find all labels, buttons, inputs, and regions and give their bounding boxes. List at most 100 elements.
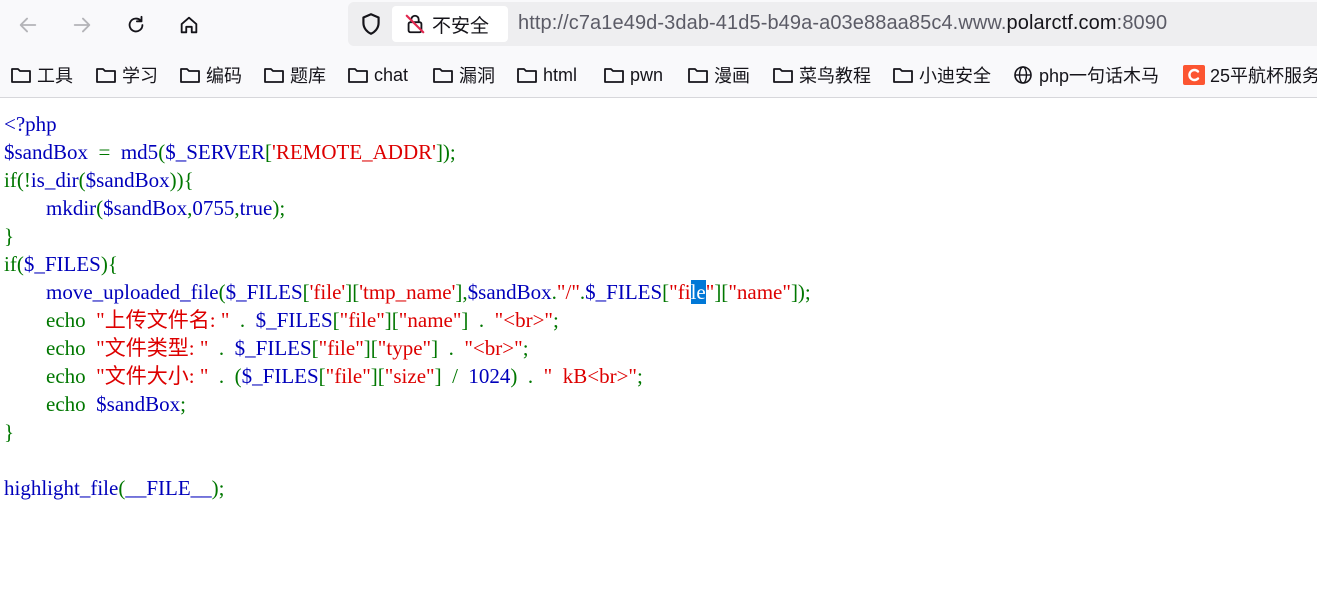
code-line: echo "文件类型: " . $_FILES["file"]["type"] … xyxy=(4,334,811,362)
code-line: mkdir($sandBox,0755,true); xyxy=(4,194,811,222)
back-button[interactable] xyxy=(8,5,48,45)
code-token: $_FILES xyxy=(225,280,303,304)
home-button[interactable] xyxy=(169,5,209,45)
bookmark-item[interactable]: html xyxy=(516,62,577,88)
code-token: ; xyxy=(553,308,559,332)
code-token: ) . xyxy=(510,364,544,388)
code-token: 'tmp_name' xyxy=(359,280,456,304)
bookmark-item[interactable]: 漫画 xyxy=(687,62,750,88)
url-prefix: http://c7a1e49d-3dab-41d5-b49a-a03e88aa8… xyxy=(518,12,1007,34)
code-token: highlight_file xyxy=(4,476,119,500)
folder-icon xyxy=(604,68,624,83)
reload-icon xyxy=(128,15,144,33)
code-token: "size" xyxy=(384,364,435,388)
code-token: 0755 xyxy=(192,196,235,220)
code-token: [ xyxy=(302,280,310,304)
code-token: "file" xyxy=(325,364,371,388)
bookmark-label: 25平航杯服务 xyxy=(1210,66,1317,86)
code-token: "name" xyxy=(398,308,462,332)
code-token: $_FILES xyxy=(255,308,333,332)
bookmark-item[interactable]: 题库 xyxy=(263,62,326,88)
reload-button[interactable] xyxy=(116,5,156,45)
address-bar[interactable]: 不安全 http://c7a1e49d-3dab-41d5-b49a-a03e8… xyxy=(348,2,1317,46)
code-token: is_dir xyxy=(30,168,79,192)
bookmark-label: 漏洞 xyxy=(459,66,495,86)
bookmark-item[interactable]: pwn xyxy=(603,62,663,88)
code-token: "fi xyxy=(669,280,691,304)
bookmark-label: 菜鸟教程 xyxy=(799,66,871,86)
bookmark-item[interactable]: php一句话木马 xyxy=(1012,62,1159,88)
code-token: $sandBox xyxy=(96,392,181,416)
bookmark-item[interactable]: 菜鸟教程 xyxy=(772,62,871,88)
bookmark-label: 题库 xyxy=(290,66,326,86)
code-token: ( xyxy=(78,168,86,192)
code-token: ], xyxy=(455,280,468,304)
code-token: $_FILES xyxy=(241,364,319,388)
bookmark-item[interactable]: 编码 xyxy=(179,62,242,88)
folder-icon xyxy=(517,68,537,83)
code-token: "文件大小: " xyxy=(96,364,209,388)
bookmark-label: 小迪安全 xyxy=(919,66,991,86)
code-token: ][ xyxy=(714,280,729,304)
code-token: md5 xyxy=(120,140,159,164)
site-security-button[interactable]: 不安全 xyxy=(392,6,508,42)
page-content: <?php $sandBox = md5($_SERVER['REMOTE_ADD… xyxy=(0,98,1317,603)
bookmark-item[interactable]: 漏洞 xyxy=(432,62,495,88)
code-token: ; xyxy=(522,336,529,360)
code-token: $sandBox xyxy=(85,168,170,192)
code-token: 'REMOTE_ADDR' xyxy=(272,140,436,164)
browser-toolbar: 不安全 http://c7a1e49d-3dab-41d5-b49a-a03e8… xyxy=(0,0,1317,50)
bookmark-item[interactable]: 小迪安全 xyxy=(892,62,991,88)
folder-icon xyxy=(773,68,793,83)
code-token: ][ xyxy=(345,280,360,304)
code-token: "文件类型: " xyxy=(96,336,209,360)
bookmark-item[interactable]: 25平航杯服务 xyxy=(1183,62,1317,88)
code-line: echo "文件大小: " . ($_FILES["file"]["size"]… xyxy=(4,362,811,390)
shield-icon[interactable] xyxy=(358,11,384,37)
bookmark-label: php一句话木马 xyxy=(1039,66,1160,86)
bookmark-item[interactable]: 学习 xyxy=(95,62,158,88)
globe-icon xyxy=(1014,66,1032,84)
bookmark-label: 编码 xyxy=(206,66,242,86)
code-token: ][ xyxy=(384,308,399,332)
code-token: ; xyxy=(637,364,643,388)
forward-button[interactable] xyxy=(62,5,102,45)
code-line: $sandBox = md5($_SERVER['REMOTE_ADDR']); xyxy=(4,138,811,166)
code-token: . xyxy=(229,308,256,332)
code-token: "<br>" xyxy=(494,308,553,332)
url-text[interactable]: http://c7a1e49d-3dab-41d5-b49a-a03e88aa8… xyxy=(518,12,1167,35)
code-token: ]); xyxy=(790,280,811,304)
code-token: "上传文件名: " xyxy=(96,308,230,332)
code-token: __FILE__ xyxy=(125,476,212,500)
code-token: ][ xyxy=(363,336,378,360)
folder-icon xyxy=(180,68,200,83)
code-token: $_FILES xyxy=(23,252,101,276)
folder-icon xyxy=(11,68,31,83)
code-token: ( xyxy=(234,364,242,388)
bookmark-item[interactable]: chat xyxy=(347,62,408,88)
code-token: ; xyxy=(180,392,186,416)
code-token: if(! xyxy=(4,168,31,192)
code-line: if($_FILES){ xyxy=(4,250,811,278)
code-token: $_SERVER xyxy=(165,140,266,164)
code-token: " kB<br>" xyxy=(543,364,638,388)
code-token: echo xyxy=(4,336,97,360)
code-token: } xyxy=(4,224,15,248)
code-token: "file" xyxy=(318,336,364,360)
code-line: move_uploaded_file($_FILES['file']['tmp_… xyxy=(4,278,811,306)
code-token: echo xyxy=(4,392,97,416)
code-token: le xyxy=(690,280,706,304)
bookmark-item[interactable]: 工具 xyxy=(10,62,73,88)
code-line: if(!is_dir($sandBox)){ xyxy=(4,166,811,194)
code-token: ( xyxy=(218,280,226,304)
code-token: $sandBox xyxy=(4,140,88,164)
security-label: 不安全 xyxy=(432,15,490,37)
code-token: ] . xyxy=(461,308,495,332)
code-token: "file" xyxy=(339,308,385,332)
folder-icon xyxy=(348,68,368,83)
csdn-icon xyxy=(1183,65,1205,85)
code-token: ] / xyxy=(434,364,469,388)
folder-icon xyxy=(264,68,284,83)
code-token: echo xyxy=(4,308,97,332)
